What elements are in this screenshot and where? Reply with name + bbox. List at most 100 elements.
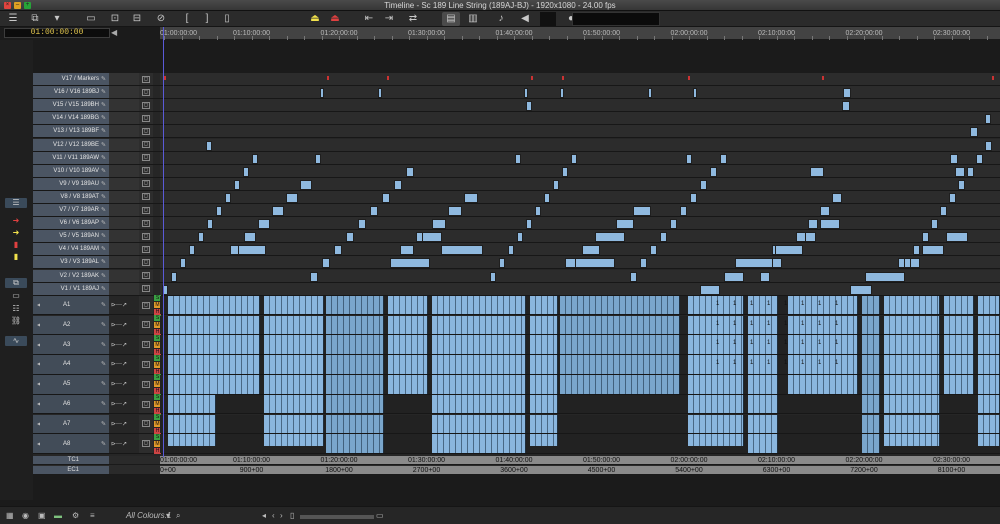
video-clip[interactable] [808,219,818,230]
track-monitor[interactable]: ◻ [139,374,153,394]
audio-clip[interactable] [168,315,216,335]
monitor-icon[interactable]: ◻ [142,301,150,309]
master-timecode[interactable]: 01:00:00:00 [4,28,110,38]
track-monitor[interactable]: ◻ [139,243,153,256]
audio-clip[interactable] [168,295,216,315]
video-clip[interactable] [850,284,872,295]
red-arrow-icon[interactable]: ➜ [5,216,27,226]
video-clip[interactable] [616,219,634,230]
video-clip[interactable] [171,271,177,282]
track-name[interactable]: V7 / V7 189AR [33,204,109,217]
video-clip[interactable] [234,179,240,190]
record-field[interactable] [540,12,556,26]
video-clip[interactable] [358,219,366,230]
video-clip[interactable] [946,232,968,243]
track-monitor[interactable]: ◻ [139,295,153,315]
video-clip[interactable] [950,153,958,164]
track-monitor[interactable]: ◻ [139,355,153,374]
pencil-icon[interactable]: ✎ [101,440,106,447]
track-monitor[interactable]: ◻ [139,256,153,269]
video-clip[interactable] [464,192,478,203]
audio-clip[interactable] [978,335,1000,355]
video-lane[interactable] [160,125,1000,138]
timeline-view-icon[interactable]: ▤ [442,12,460,26]
track-name[interactable]: V16 / V16 189BJ [33,86,109,99]
track-monitor[interactable]: ◻ [139,177,153,190]
track-monitor[interactable]: ◻ [139,269,153,282]
video-clip[interactable] [300,179,312,190]
audio-clip[interactable] [264,355,324,374]
video-lane[interactable] [160,151,1000,164]
video-clip[interactable] [378,88,382,99]
audio-clip[interactable] [978,315,1000,335]
video-clip[interactable] [207,219,213,230]
video-clip[interactable] [832,192,842,203]
video-clip[interactable] [843,88,851,99]
audio-clip[interactable] [212,355,260,374]
video-clip[interactable] [772,258,782,269]
video-lane[interactable] [160,204,1000,217]
audio-mix-icon[interactable]: ⊳⋯↗ [111,420,127,427]
video-clip[interactable] [544,192,550,203]
track-monitor[interactable]: ◻ [139,112,153,125]
monitor-icon[interactable]: ◻ [142,167,150,175]
track-name[interactable]: A4 [33,355,109,374]
track-monitor[interactable]: ◻ [139,230,153,243]
track-name[interactable]: V17 / Markers [33,73,109,86]
square-icon[interactable]: ▣ [38,510,46,522]
audio-clip[interactable] [560,335,680,355]
video-clip[interactable] [976,153,983,164]
track-selector[interactable] [109,73,139,86]
monitor-icon[interactable]: ◻ [142,360,150,368]
track-name[interactable]: A2 [33,315,109,335]
extract-icon[interactable]: ⊟ [128,12,146,26]
audio-clip[interactable] [212,335,260,355]
video-clip[interactable] [243,166,249,177]
track-monitor[interactable]: ◻ [139,394,153,414]
nav-left-icon[interactable]: ◂ [262,510,266,522]
video-clip[interactable] [735,258,773,269]
video-clip[interactable] [571,153,577,164]
chevron-down-icon[interactable]: ▾ [166,510,170,522]
video-clip[interactable] [955,166,965,177]
pencil-icon[interactable]: ✎ [101,341,106,348]
expand-arrow-icon[interactable]: ◂ [37,321,40,328]
prev-icon[interactable]: ‹ [272,510,275,522]
track-name[interactable]: A6 [33,394,109,414]
audio-clip[interactable] [432,355,526,374]
expand-arrow-icon[interactable]: ◂ [37,401,40,408]
audio-clip[interactable] [884,414,940,434]
timecode-ruler[interactable]: 01:00:00:00 01:10:00:00 01:20:00:00 01:30:0… [160,27,1000,40]
video-lane[interactable] [160,112,1000,125]
audio-mix-icon[interactable]: ⊳⋯↗ [111,440,127,447]
video-clip[interactable] [690,192,697,203]
pencil-icon[interactable]: ✎ [101,233,106,240]
monitor-icon[interactable]: ◻ [142,127,150,135]
track-monitor[interactable]: ◻ [139,204,153,217]
audio-clip[interactable] [884,374,940,394]
audio-clip[interactable] [530,414,558,434]
video-clip[interactable] [710,166,717,177]
red-mark-icon[interactable]: ▮ [5,240,27,250]
video-clip[interactable] [560,88,564,99]
audio-clip[interactable] [748,374,778,394]
video-clip[interactable] [272,206,284,217]
video-lane[interactable] [160,230,1000,243]
mark-out-icon[interactable]: ] [198,12,216,26]
video-clip[interactable] [448,206,462,217]
audio-clip[interactable] [862,374,880,394]
top-icon[interactable]: ⏏ [306,12,324,26]
arrow-left-icon[interactable]: ◀ [111,28,117,37]
audio-clip[interactable] [944,315,974,335]
track-name[interactable]: V13 / V13 189BF [33,125,109,138]
audio-clip[interactable] [884,315,940,335]
track-monitor[interactable]: ◻ [139,138,153,151]
track-selector[interactable] [109,164,139,177]
monitor-icon[interactable]: ◻ [142,272,150,280]
video-clip[interactable] [865,271,905,282]
monitor-icon[interactable]: ◻ [142,232,150,240]
audio-clip[interactable] [862,295,880,315]
pencil-icon[interactable]: ✎ [101,246,106,253]
video-clip[interactable] [490,271,496,282]
video-clip[interactable] [562,166,568,177]
